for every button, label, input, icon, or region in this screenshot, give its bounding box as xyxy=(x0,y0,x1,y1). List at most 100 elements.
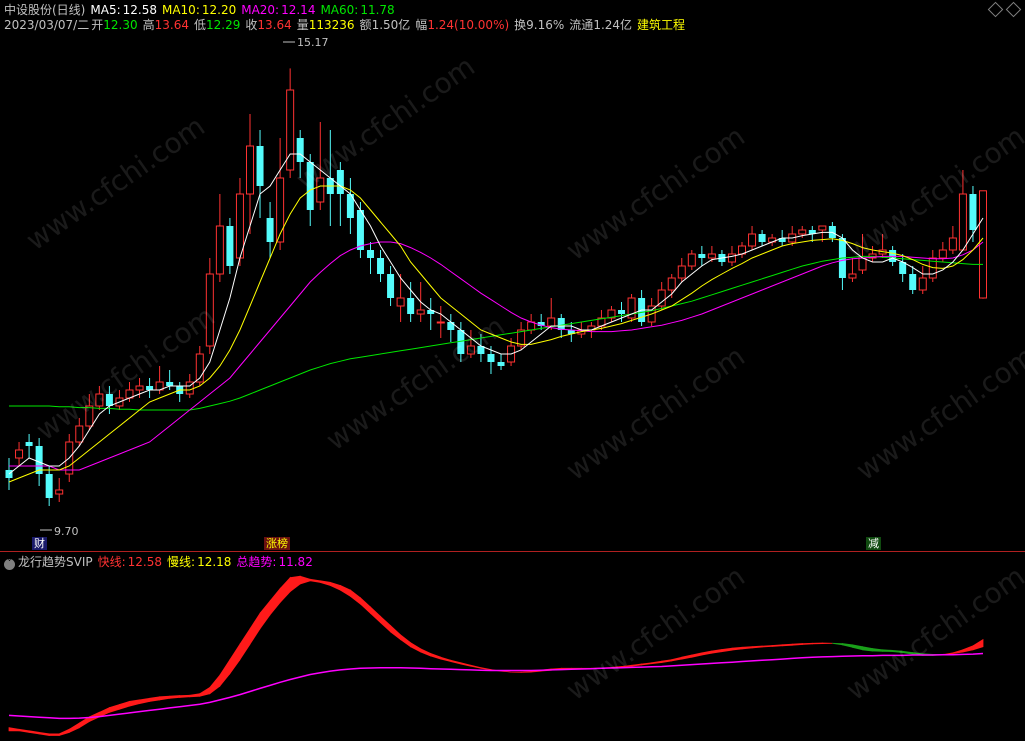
candle-body xyxy=(377,258,385,274)
trend-band-down xyxy=(862,646,873,652)
candle-body xyxy=(547,317,556,327)
candle xyxy=(256,130,264,218)
candle-body xyxy=(948,237,957,251)
candle-body xyxy=(45,474,53,498)
high-marker: 15.17 xyxy=(283,36,329,49)
trend-band-up xyxy=(952,649,964,654)
ma-lines-layer xyxy=(8,153,984,483)
candle xyxy=(336,162,344,226)
candle-body xyxy=(557,318,565,330)
candle-body xyxy=(758,234,766,242)
trend-band-up xyxy=(119,700,130,710)
candle-body xyxy=(166,382,174,386)
candle-body xyxy=(969,194,977,230)
candle xyxy=(45,466,53,506)
candle-body xyxy=(205,273,214,347)
trend-band-up xyxy=(289,575,301,593)
candle-body xyxy=(798,229,807,235)
candle-body xyxy=(235,193,244,259)
tag-zhangbang[interactable]: 涨榜 xyxy=(264,537,290,550)
candle xyxy=(838,234,846,290)
candle xyxy=(979,190,987,299)
candle-body xyxy=(215,225,224,275)
trend-band-up xyxy=(249,611,261,646)
trend-band-up xyxy=(239,627,251,662)
candle-body xyxy=(667,277,676,291)
candle xyxy=(677,258,686,282)
candle xyxy=(738,242,747,258)
candle xyxy=(205,258,214,354)
ma20-line xyxy=(9,241,984,471)
low-marker-label: 9.70 xyxy=(54,525,79,538)
candle xyxy=(758,230,766,246)
trend-band-up xyxy=(771,644,783,647)
trend-band-up xyxy=(731,646,743,651)
candle xyxy=(909,266,917,294)
tag-cai[interactable]: 财 xyxy=(32,537,47,550)
high-marker-label: 15.17 xyxy=(297,36,329,49)
ma60-line xyxy=(9,255,983,411)
candle-body xyxy=(366,250,374,258)
trend-band-up xyxy=(370,606,381,624)
candle-body xyxy=(396,297,405,307)
indicator-lines-layer xyxy=(8,652,984,720)
candle-body xyxy=(266,218,274,242)
candle xyxy=(95,386,104,410)
candle xyxy=(517,322,526,350)
candle-body xyxy=(687,253,696,267)
total-trend-line xyxy=(8,652,984,720)
candle-body xyxy=(618,310,626,314)
trend-band-up xyxy=(420,648,432,657)
candlestick-chart[interactable]: 15.17 9.70 xyxy=(0,0,1025,552)
candle xyxy=(948,226,957,254)
candle-body xyxy=(105,394,113,406)
trend-band-up xyxy=(440,656,452,663)
trend-band-up xyxy=(58,728,70,737)
trend-band-up xyxy=(48,733,60,736)
trend-band-up xyxy=(349,589,361,605)
candle-body xyxy=(146,386,154,390)
trend-band-up xyxy=(761,645,773,648)
trend-band-up xyxy=(279,576,291,604)
candle-body xyxy=(336,170,344,194)
candle xyxy=(115,390,124,410)
candle xyxy=(215,194,224,282)
candle xyxy=(25,434,33,458)
candle xyxy=(286,68,295,178)
trend-band-up xyxy=(751,645,763,649)
trend-band-up xyxy=(691,652,703,658)
candle xyxy=(266,202,274,258)
candle-body xyxy=(407,298,415,314)
trend-band-down xyxy=(892,649,904,654)
candle xyxy=(316,122,325,210)
trend-band-up xyxy=(339,584,351,598)
trend-band-up xyxy=(410,641,422,653)
trend-band-up xyxy=(450,659,462,665)
candle xyxy=(858,234,867,274)
trend-band-up xyxy=(520,670,532,673)
trend-band-up xyxy=(460,662,472,667)
candle-body xyxy=(698,254,706,258)
indicator-chart[interactable] xyxy=(0,552,1025,741)
candles-layer xyxy=(5,68,987,506)
trend-band-up xyxy=(430,652,442,660)
candle-body xyxy=(918,277,927,291)
candle xyxy=(235,178,244,266)
candle xyxy=(868,246,877,262)
candle-body xyxy=(748,233,757,247)
candle xyxy=(55,478,64,502)
candle xyxy=(466,330,475,358)
candle xyxy=(497,354,505,370)
trend-band-up xyxy=(299,575,311,585)
candle-body xyxy=(416,309,425,315)
candle xyxy=(407,282,415,322)
tag-jian[interactable]: 减 xyxy=(866,537,881,550)
trend-band-up xyxy=(651,660,663,665)
candle-body xyxy=(958,193,967,251)
trend-band-up xyxy=(149,696,161,702)
candle xyxy=(85,394,94,430)
candle xyxy=(958,170,967,251)
trend-band-up xyxy=(189,693,201,698)
candle-body xyxy=(707,253,716,259)
candle xyxy=(346,178,354,234)
